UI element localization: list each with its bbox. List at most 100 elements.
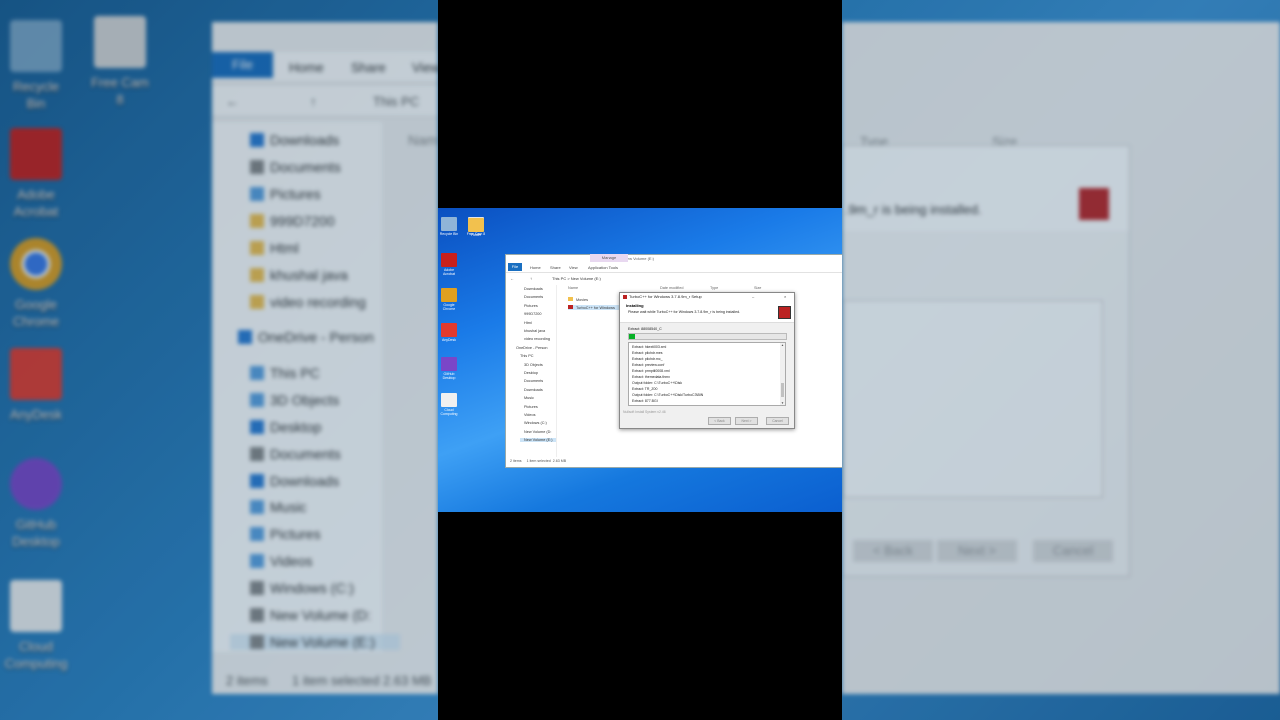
scroll-down-icon[interactable]: ▼ bbox=[781, 401, 784, 405]
log-line: Extract: pilchdr.mc_ bbox=[632, 356, 663, 361]
setup-dialog: TurboC++ for Windows 3.7.8.9m_r Setup – … bbox=[619, 292, 795, 429]
navigation-pane: Downloads Documents Pictures 999D7200 Html kh… bbox=[506, 285, 557, 457]
nav-item[interactable]: 999D7200 bbox=[524, 312, 542, 316]
column-date-modified[interactable]: Date modified bbox=[660, 286, 683, 290]
address-path: This PC > New Volume (E:) bbox=[552, 276, 601, 281]
nav-item[interactable]: Pictures bbox=[524, 405, 538, 409]
file-name: TurboC++ for Windows bbox=[576, 306, 615, 310]
screen-recording-frame: Recycle Bin Free Cam 8 Adobe Acrobat Google… bbox=[438, 208, 842, 512]
cancel-button[interactable]: Cancel bbox=[766, 417, 789, 425]
scroll-up-icon[interactable]: ▲ bbox=[781, 343, 784, 347]
letterbox-top bbox=[438, 0, 842, 208]
desktop-icon-label: AnyDesk bbox=[441, 338, 456, 342]
file-tab[interactable]: File bbox=[508, 263, 522, 271]
dialog-title: TurboC++ for Windows 3.7.8.9m_r Setup bbox=[629, 294, 702, 299]
nav-item[interactable]: This PC bbox=[520, 354, 534, 358]
dialog-header: Installing Please wait while TurboC++ fo… bbox=[620, 300, 794, 323]
log-line: Extract: hkexti003.xml bbox=[632, 344, 667, 349]
explorer-ribbon-tabs: Manage File Home Share View Application … bbox=[506, 254, 842, 273]
log-line: Output folder: C:\TurboC++\Disk\TurboC3\… bbox=[632, 392, 704, 397]
log-line: Extract: TR_Z00 bbox=[632, 386, 658, 391]
github-icon bbox=[441, 357, 457, 371]
desktop-icon[interactable]: Cloud Computing bbox=[438, 393, 460, 416]
chrome-icon bbox=[441, 288, 457, 302]
setup-exe-icon bbox=[568, 305, 573, 309]
file-name: Movies bbox=[576, 298, 589, 302]
dialog-subheading: Please wait while TurboC++ for Windows 3… bbox=[628, 310, 741, 314]
nav-item[interactable]: Music bbox=[524, 396, 534, 400]
manage-tab[interactable]: Manage bbox=[590, 254, 628, 262]
progress-fill bbox=[629, 334, 636, 339]
log-line: Extract: pilchdr.mes bbox=[632, 350, 663, 355]
explorer-status-bar: 2 items 1 item selected 2.63 MB bbox=[510, 459, 567, 463]
log-line: Extract: themedata.thmx bbox=[632, 374, 670, 379]
recycle-bin-icon bbox=[441, 217, 457, 231]
nav-item[interactable]: Pictures bbox=[524, 304, 538, 308]
desktop-icon[interactable]: Adobe Acrobat bbox=[438, 253, 460, 276]
nav-item[interactable]: Html bbox=[524, 321, 532, 325]
log-line: Extract: prmptli0008.xml bbox=[632, 368, 670, 373]
installer-footer: Nullsoft Install System v2.46 bbox=[623, 410, 666, 414]
explorer-title: New Volume (E:) bbox=[624, 256, 655, 261]
letterbox-bottom bbox=[438, 512, 842, 720]
column-type[interactable]: Type bbox=[710, 286, 718, 290]
nav-item[interactable]: New Volume (E:) bbox=[520, 438, 556, 443]
up-arrow-icon[interactable]: ↑ bbox=[530, 274, 532, 283]
nav-item[interactable]: video recording bbox=[524, 337, 550, 341]
nav-item[interactable]: Videos bbox=[524, 413, 536, 417]
address-bar[interactable]: ← ↑ This PC > New Volume (E:) bbox=[506, 274, 842, 283]
app-icon bbox=[623, 294, 627, 299]
tab-home[interactable]: Home bbox=[530, 265, 541, 270]
desktop-icon-label: Cloud Computing bbox=[440, 408, 458, 416]
document-icon bbox=[441, 393, 457, 407]
nav-item[interactable]: Documents bbox=[524, 295, 543, 299]
column-name[interactable]: Name bbox=[568, 286, 578, 290]
log-line: Extract: 877.BGI bbox=[632, 398, 658, 403]
desktop-icon[interactable]: GitHub Desktop bbox=[438, 357, 460, 380]
tab-application-tools[interactable]: Application Tools bbox=[588, 265, 618, 270]
desktop-icon-label: Folder bbox=[471, 233, 481, 237]
back-button[interactable]: < Back bbox=[708, 417, 731, 425]
dialog-titlebar: TurboC++ for Windows 3.7.8.9m_r Setup – … bbox=[620, 293, 794, 300]
nav-item[interactable]: Desktop bbox=[524, 371, 538, 375]
tab-view[interactable]: View bbox=[569, 265, 578, 270]
install-progress-bar bbox=[628, 333, 787, 340]
nav-item[interactable]: New Volume (D: bbox=[524, 430, 551, 434]
desktop-icon[interactable]: Folder bbox=[465, 218, 487, 237]
back-arrow-icon[interactable]: ← bbox=[510, 274, 514, 283]
anydesk-icon bbox=[441, 323, 457, 337]
nav-item[interactable]: OneDrive - Person bbox=[516, 346, 547, 350]
log-line: Extract: preview.conf bbox=[632, 362, 665, 367]
extract-status: Extract: 88008540_C bbox=[628, 327, 662, 331]
folder-icon bbox=[568, 297, 573, 301]
nav-item[interactable]: Downloads bbox=[524, 287, 543, 291]
minimize-button[interactable]: – bbox=[752, 293, 754, 300]
turboc-logo-icon bbox=[778, 306, 791, 319]
tab-share[interactable]: Share bbox=[550, 265, 561, 270]
log-scrollbar[interactable]: ▲ ▼ bbox=[780, 343, 785, 405]
desktop-icon[interactable]: AnyDesk bbox=[438, 323, 460, 342]
install-log-list[interactable]: ▲ ▼ Extract: hkexti003.xml Extract: pilch… bbox=[628, 342, 786, 406]
nav-item[interactable]: Windows (C:) bbox=[524, 421, 547, 425]
file-row[interactable]: Movies bbox=[568, 297, 588, 302]
folder-icon bbox=[468, 218, 484, 232]
nav-item[interactable]: 3D Objects bbox=[524, 363, 543, 367]
log-line: Output folder: C:\TurboC++\Disk bbox=[632, 380, 683, 385]
explorer-titlebar: New Volume (E:) bbox=[506, 255, 842, 263]
desktop-icon-label: Google Chrome bbox=[442, 303, 456, 311]
nav-item[interactable]: Downloads bbox=[524, 388, 543, 392]
file-row-selected[interactable]: TurboC++ for Windows bbox=[568, 305, 619, 310]
desktop-icon-label: Recycle Bin bbox=[439, 232, 459, 236]
nav-item[interactable]: Documents bbox=[524, 379, 543, 383]
acrobat-icon bbox=[441, 253, 457, 267]
dialog-heading: Installing bbox=[626, 303, 644, 308]
desktop-icon-label: Adobe Acrobat bbox=[442, 268, 456, 276]
desktop-icon[interactable]: Google Chrome bbox=[438, 288, 460, 311]
next-button[interactable]: Next > bbox=[735, 417, 758, 425]
desktop-icon[interactable]: Recycle Bin bbox=[438, 217, 460, 236]
close-button[interactable]: × bbox=[784, 293, 786, 300]
column-size[interactable]: Size bbox=[754, 286, 761, 290]
scroll-thumb[interactable] bbox=[781, 383, 784, 397]
desktop-icon-label: GitHub Desktop bbox=[442, 372, 456, 380]
nav-item[interactable]: khushal java bbox=[524, 329, 545, 333]
